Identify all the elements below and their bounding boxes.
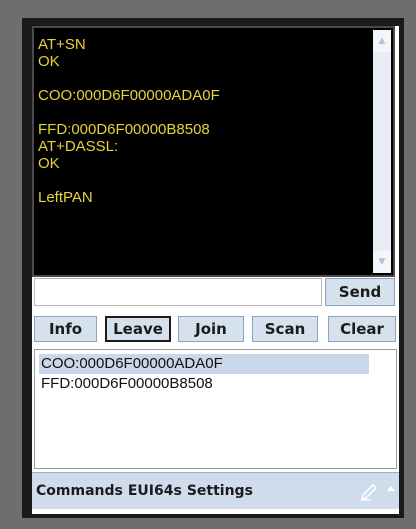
- leave-button[interactable]: Leave: [105, 316, 171, 342]
- clear-button[interactable]: Clear: [328, 316, 396, 342]
- send-button[interactable]: Send: [325, 278, 395, 306]
- scan-button[interactable]: Scan: [252, 316, 318, 342]
- app-window: AT+SN OK COO:000D6F00000ADA0F FFD:000D6F…: [32, 26, 399, 514]
- device-list: COO:000D6F00000ADA0F FFD:000D6F00000B850…: [34, 349, 397, 469]
- console-text: AT+SN OK COO:000D6F00000ADA0F FFD:000D6F…: [38, 36, 220, 206]
- list-item[interactable]: COO:000D6F00000ADA0F: [39, 354, 369, 374]
- menu-eui64s[interactable]: EUI64s: [128, 483, 182, 499]
- sip-up-arrow-icon[interactable]: [387, 486, 395, 491]
- menu-settings[interactable]: Settings: [187, 483, 253, 499]
- command-input[interactable]: [34, 278, 322, 306]
- action-buttons: Info Leave Join Scan Clear: [34, 316, 397, 344]
- info-button[interactable]: Info: [34, 316, 97, 342]
- pen-icon[interactable]: [359, 483, 381, 501]
- scroll-up-arrow-icon[interactable]: ▲: [373, 30, 391, 52]
- join-button[interactable]: Join: [178, 316, 244, 342]
- console-scrollbar[interactable]: ▲ ▼: [373, 30, 391, 273]
- list-item[interactable]: FFD:000D6F00000B8508: [39, 374, 369, 394]
- menu-commands[interactable]: Commands: [36, 483, 123, 499]
- scroll-down-arrow-icon[interactable]: ▼: [373, 251, 391, 273]
- console-output: AT+SN OK COO:000D6F00000ADA0F FFD:000D6F…: [32, 26, 395, 277]
- command-input-row: Send: [34, 278, 397, 308]
- menu-bar: Commands EUI64s Settings: [32, 472, 399, 509]
